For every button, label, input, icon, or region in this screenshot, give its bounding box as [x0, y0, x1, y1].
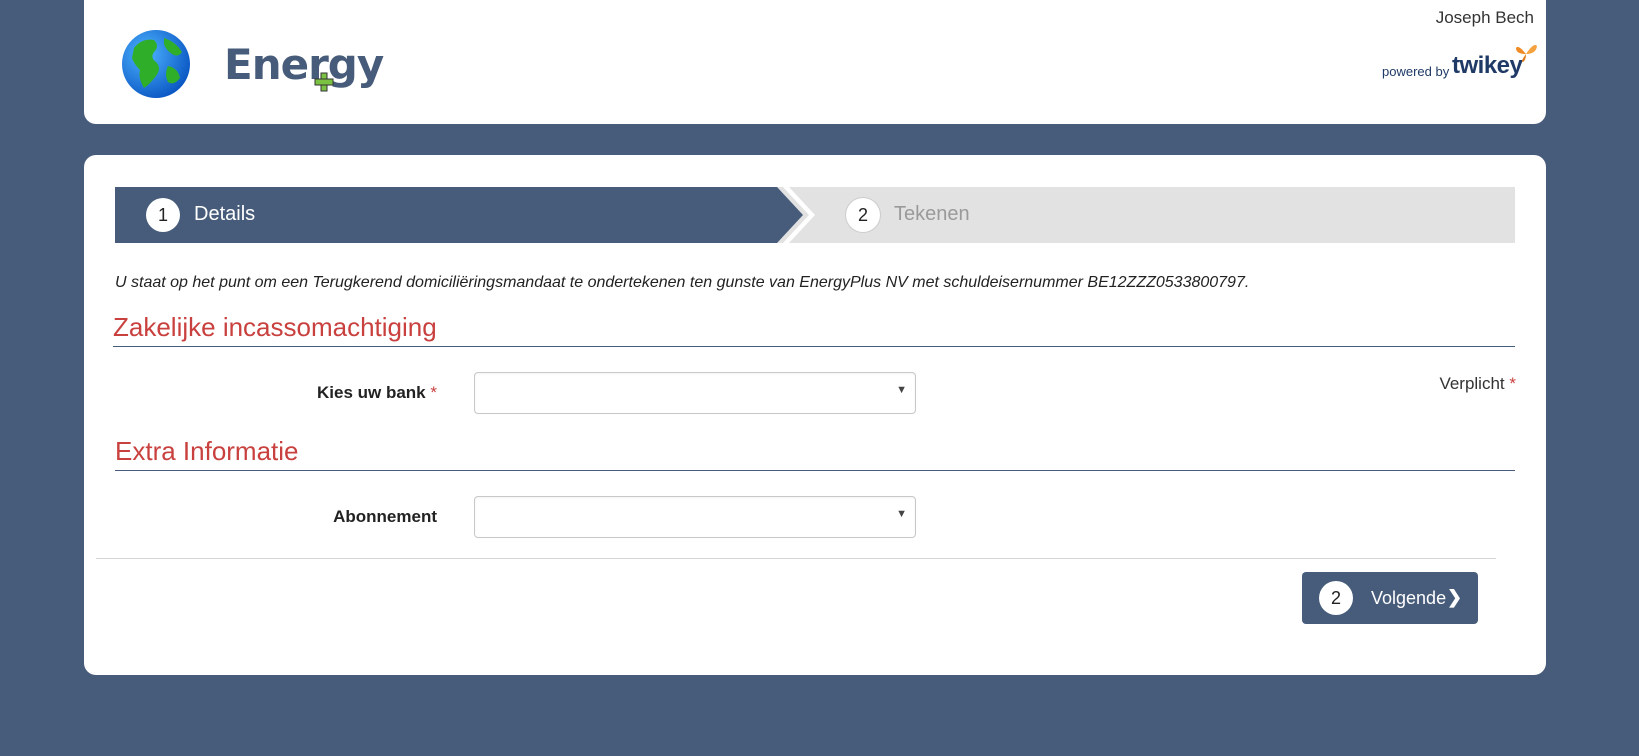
next-button[interactable]: 2 Volgende ❯ [1302, 572, 1478, 624]
next-button-label: Volgende [1371, 588, 1447, 608]
header: Energy Joseph Bech powered by twikey [84, 0, 1546, 124]
step-1-number: 1 [146, 198, 180, 232]
subscription-select[interactable]: ▼ [474, 496, 916, 538]
mandate-form-card: 1 Details 2 Tekenen U staat op het punt … [84, 155, 1546, 675]
step-2-number: 2 [846, 198, 880, 232]
section-title-mandate: Zakelijke incassomachtiging [113, 312, 437, 342]
step-progress: 1 Details 2 Tekenen [115, 187, 1515, 243]
required-note-star: * [1509, 374, 1516, 393]
step-1-label: Details [194, 203, 256, 225]
twikey-brand: twikey [1452, 52, 1523, 79]
user-name: Joseph Bech [1435, 8, 1534, 27]
section-divider-extra [115, 470, 1515, 471]
required-note: Verplicht * [1439, 374, 1516, 394]
powered-by-twikey[interactable]: powered by twikey [1370, 42, 1540, 82]
bank-select[interactable]: ▼ [474, 372, 916, 414]
logo-text: Energy [224, 40, 384, 89]
mandate-intro-text: U staat op het punt om een Terugkerend d… [115, 274, 1250, 291]
chevron-down-icon: ▼ [896, 384, 907, 396]
section-title-extra: Extra Informatie [115, 436, 299, 466]
form-footer-divider [96, 558, 1496, 559]
step-2-label: Tekenen [894, 203, 970, 225]
required-star: * [430, 383, 437, 402]
required-note-text: Verplicht [1439, 374, 1505, 393]
energy-logo[interactable]: Energy [120, 28, 384, 100]
bank-label-text: Kies uw bank [317, 383, 426, 402]
plus-icon [314, 72, 334, 92]
subscription-label: Abonnement [333, 507, 437, 526]
next-step-number: 2 [1319, 581, 1353, 615]
chevron-right-icon: ❯ [1447, 587, 1463, 607]
step-progress-bar [115, 187, 1515, 243]
butterfly-icon [1516, 45, 1537, 62]
powered-by-label: powered by [1382, 64, 1450, 79]
chevron-down-icon: ▼ [896, 508, 907, 520]
bank-label: Kies uw bank * [187, 383, 437, 403]
globe-icon [122, 30, 190, 98]
section-divider-mandate [113, 346, 1515, 347]
